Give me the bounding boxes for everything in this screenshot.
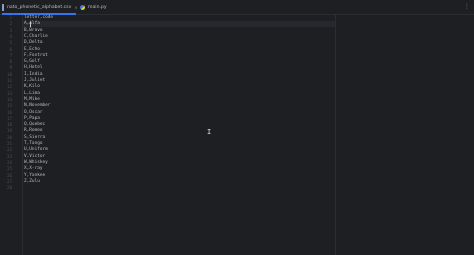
code-line[interactable]: Z,Zulu — [24, 179, 40, 185]
current-line-highlight — [23, 21, 335, 28]
mouse-ibeam-cursor: I — [207, 128, 212, 136]
tab-main-py[interactable]: main.py — [80, 0, 112, 14]
editor-tab-bar: nato_phonetic_alphabet.csv × main.py ⋮ — [0, 0, 474, 15]
text-caret — [29, 21, 31, 27]
tab-label: main.py — [88, 4, 107, 10]
close-icon[interactable]: × — [74, 5, 77, 10]
tab-label: nato_phonetic_alphabet.csv — [7, 4, 72, 10]
python-file-icon — [80, 4, 85, 10]
more-options-icon[interactable]: ⋮ — [464, 3, 470, 11]
right-margin-guide — [335, 15, 336, 255]
gutter-divider — [22, 15, 23, 255]
tab-nato-phonetic-alphabet-csv[interactable]: nato_phonetic_alphabet.csv × — [2, 0, 78, 15]
line-number: 28 — [6, 185, 12, 191]
csv-file-icon — [2, 3, 4, 11]
